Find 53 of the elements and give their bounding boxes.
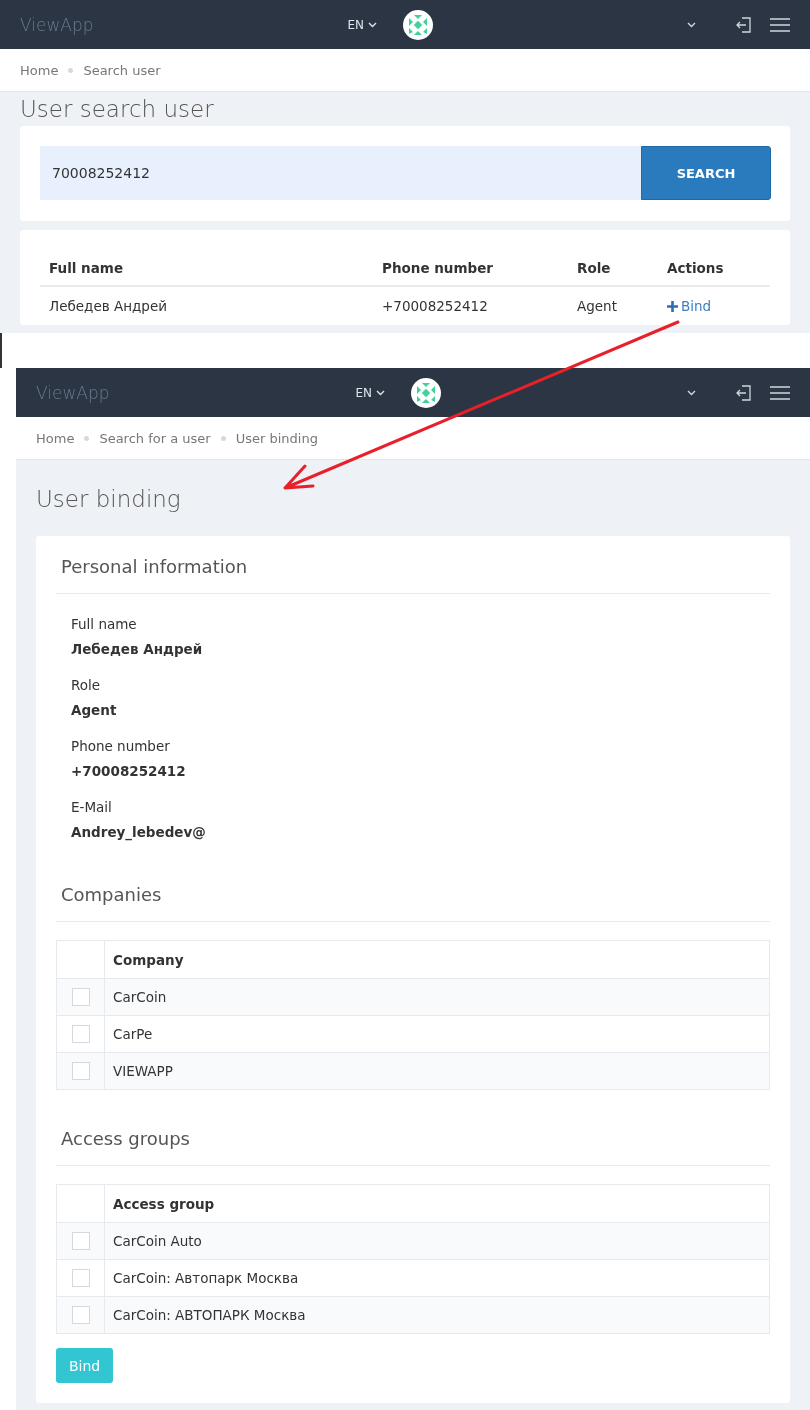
avatar-icon[interactable]: [403, 9, 434, 40]
dropdown-button[interactable]: [687, 21, 696, 28]
table-cell: VIEWAPP: [104, 1053, 769, 1089]
field-label: Role: [71, 677, 102, 693]
field-value: +70008252412: [71, 763, 187, 779]
section-heading: Personal information: [56, 556, 770, 594]
avatar-icon[interactable]: [411, 377, 442, 408]
breadcrumb-link[interactable]: Home: [20, 62, 59, 78]
search-field[interactable]: 70008252412: [40, 146, 641, 200]
menu-icon[interactable]: [770, 384, 790, 401]
plus-icon: [667, 300, 678, 312]
language-selector[interactable]: EN: [355, 385, 386, 400]
search-button[interactable]: SEARCH: [641, 146, 771, 200]
section-heading: Companies: [56, 884, 770, 922]
bind-link[interactable]: Bind: [667, 298, 770, 314]
breadcrumb-link[interactable]: Search user: [83, 62, 161, 78]
column-header: Full name: [49, 259, 125, 276]
table-cell-text: Agent: [577, 298, 618, 314]
logout-icon[interactable]: [734, 382, 754, 403]
field-label: Phone number: [71, 738, 171, 754]
checkbox[interactable]: [71, 1062, 90, 1080]
brand-logo[interactable]: ViewApp: [20, 14, 94, 35]
field-value: Andrey_lebedev@: [71, 824, 207, 840]
checkbox[interactable]: [71, 1025, 90, 1043]
checkbox[interactable]: [71, 1269, 90, 1287]
table-cell: CarCoin: АВТОПАРК Москва: [104, 1297, 769, 1333]
section-heading: Access groups: [56, 1128, 770, 1166]
column-header: Phone number: [382, 259, 494, 276]
field-value: Лебедев Андрей: [71, 641, 204, 657]
language-selector[interactable]: EN: [347, 17, 378, 32]
checkbox[interactable]: [71, 988, 90, 1006]
field-label: E-Mail: [71, 799, 113, 815]
chevron-icon: [368, 21, 378, 28]
page-title: User search user: [20, 96, 215, 122]
field-label: Full name: [71, 616, 138, 632]
table-cell-text: Лебедев Андрей: [49, 298, 169, 314]
table-cell-text: +70008252412: [382, 298, 489, 314]
breadcrumb-link[interactable]: Search for a user: [99, 430, 211, 446]
column-header: Role: [577, 259, 612, 276]
checkbox[interactable]: [71, 1232, 90, 1250]
chevron-icon: [376, 389, 386, 396]
chevron-icon: [687, 389, 696, 396]
logout-icon[interactable]: [734, 14, 754, 35]
breadcrumb-link[interactable]: User binding: [235, 430, 318, 446]
field-value: Agent: [71, 702, 118, 718]
page-title: User binding: [36, 486, 182, 512]
brand-logo[interactable]: ViewApp: [36, 382, 110, 403]
chevron-icon: [687, 21, 696, 28]
menu-icon[interactable]: [770, 16, 790, 33]
breadcrumb-link[interactable]: Home: [36, 430, 75, 446]
column-header: Actions: [667, 259, 725, 276]
checkbox[interactable]: [71, 1306, 90, 1324]
dropdown-button[interactable]: [687, 389, 696, 396]
